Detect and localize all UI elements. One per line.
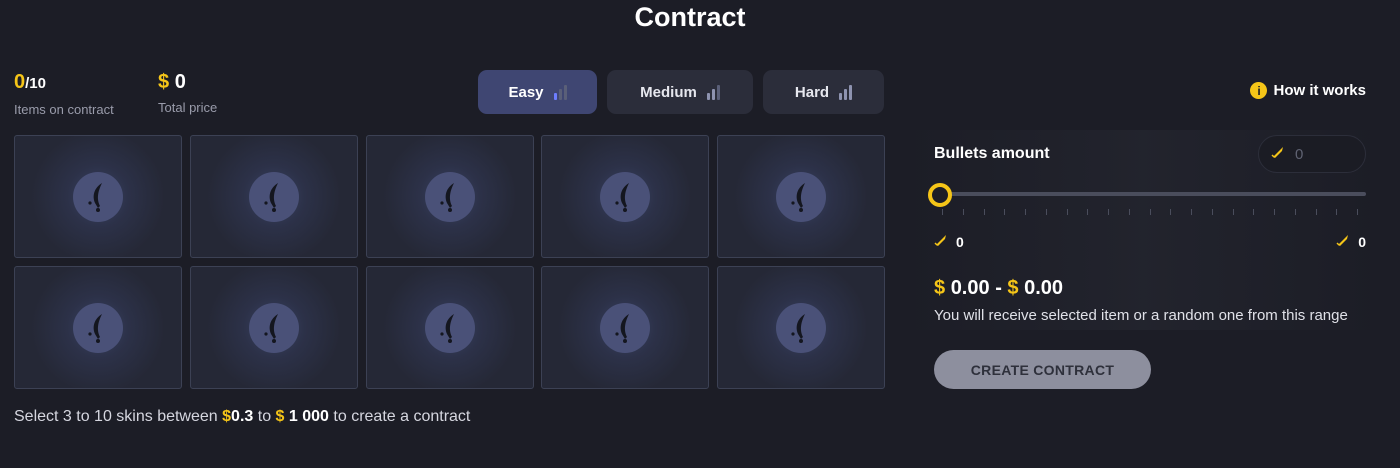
knife-icon	[600, 171, 651, 222]
knife-icon	[248, 302, 299, 353]
items-stat: 0/10 Items on contract	[14, 70, 114, 117]
price-currency: $	[1007, 277, 1019, 299]
slider-tick	[942, 209, 943, 215]
bullets-slider-handle[interactable]	[928, 183, 952, 207]
skin-slot-grid	[14, 135, 885, 389]
difficulty-easy-button[interactable]: Easy	[478, 70, 597, 114]
create-contract-button[interactable]: CREATE CONTRACT	[934, 350, 1151, 389]
bullets-min: 0	[934, 233, 964, 250]
slider-tick	[1025, 209, 1026, 215]
price-to: 0.00	[1024, 277, 1064, 299]
knife-icon	[424, 171, 475, 222]
bullets-max-value: 0	[1358, 233, 1366, 250]
knife-icon	[600, 302, 651, 353]
bullet-icon	[1271, 145, 1285, 163]
knife-icon	[776, 302, 826, 353]
difficulty-hard-button[interactable]: Hard	[763, 70, 884, 114]
slider-tick	[1253, 209, 1255, 215]
skin-slot[interactable]	[541, 135, 710, 258]
items-max: /10	[25, 75, 46, 92]
price-note: You will receive selected item or a rand…	[934, 307, 1348, 324]
slider-tick	[1149, 209, 1151, 215]
price-currency: $	[934, 277, 946, 299]
knife-icon	[776, 171, 826, 222]
bullet-icon	[934, 233, 948, 250]
total-stat: $ 0 Total price	[158, 70, 217, 115]
signal-bars-icon	[839, 84, 853, 100]
skin-slot[interactable]	[14, 135, 182, 258]
difficulty-medium-button[interactable]: Medium	[607, 70, 753, 114]
bullets-max: 0	[1336, 233, 1366, 250]
bullets-input-placeholder: 0	[1295, 145, 1304, 163]
slider-tick	[1108, 209, 1109, 215]
items-count: 0	[14, 71, 26, 93]
how-it-works-label: How it works	[1273, 82, 1366, 99]
skin-slot[interactable]	[189, 266, 358, 389]
currency-sign: $	[158, 71, 170, 93]
difficulty-label: Hard	[794, 83, 830, 101]
bullets-input[interactable]: 0	[1258, 135, 1366, 173]
info-icon: i	[1250, 82, 1268, 99]
skin-slot[interactable]	[365, 266, 534, 389]
skin-slot[interactable]	[189, 135, 358, 258]
skin-slot[interactable]	[541, 266, 710, 389]
price-from: 0.00	[950, 277, 990, 299]
slider-tick	[1357, 209, 1358, 215]
signal-bars-icon	[706, 84, 720, 100]
hint-max: 1 000	[288, 408, 329, 425]
hint-min: 0.3	[231, 408, 254, 425]
hint-suffix: to create a contract	[333, 408, 471, 425]
items-caption: Items on contract	[14, 102, 114, 117]
slider-tick	[1004, 209, 1006, 215]
skin-slot[interactable]	[14, 266, 182, 389]
bullets-slider-track[interactable]	[940, 192, 1366, 196]
hint-to: to	[257, 408, 272, 425]
slider-tick	[1294, 209, 1296, 215]
knife-icon	[424, 302, 475, 353]
hint-currency: $	[222, 408, 232, 425]
page-title: Contract	[634, 2, 746, 32]
bullet-icon	[1336, 233, 1350, 250]
slider-tick	[1274, 209, 1275, 215]
hint-currency: $	[275, 408, 285, 425]
bullets-label: Bullets amount	[934, 145, 1050, 162]
total-price: 0	[174, 71, 186, 93]
slider-tick	[1191, 209, 1192, 215]
selection-hint: Select 3 to 10 skins between $0.3 to $ 1…	[14, 408, 470, 426]
slider-tick	[1170, 209, 1172, 215]
price-range: $ 0.00 - $ 0.00	[934, 277, 1063, 300]
slider-tick	[1087, 209, 1089, 215]
skin-slot[interactable]	[365, 135, 534, 258]
knife-icon	[73, 302, 123, 353]
knife-icon	[73, 171, 123, 222]
price-separator: -	[995, 277, 1002, 299]
signal-bars-icon	[553, 84, 567, 100]
slider-tick	[1045, 209, 1047, 215]
slider-tick	[1128, 209, 1130, 215]
slider-tick	[1336, 209, 1338, 215]
how-it-works-link[interactable]: i How it works	[1250, 82, 1366, 99]
slider-ticks	[942, 209, 1358, 217]
slider-tick	[983, 209, 985, 215]
slider-tick	[1066, 209, 1068, 215]
hint-prefix: Select 3 to 10 skins between	[14, 408, 218, 425]
difficulty-label: Medium	[640, 83, 697, 101]
bullets-min-value: 0	[956, 233, 964, 250]
slider-tick	[962, 209, 964, 215]
slider-tick	[1211, 209, 1213, 215]
skin-slot[interactable]	[717, 135, 885, 258]
total-caption: Total price	[158, 100, 218, 115]
knife-icon	[248, 171, 299, 222]
slider-tick	[1315, 209, 1317, 215]
difficulty-label: Easy	[508, 83, 544, 101]
skin-slot[interactable]	[717, 266, 885, 389]
slider-tick	[1232, 209, 1234, 215]
